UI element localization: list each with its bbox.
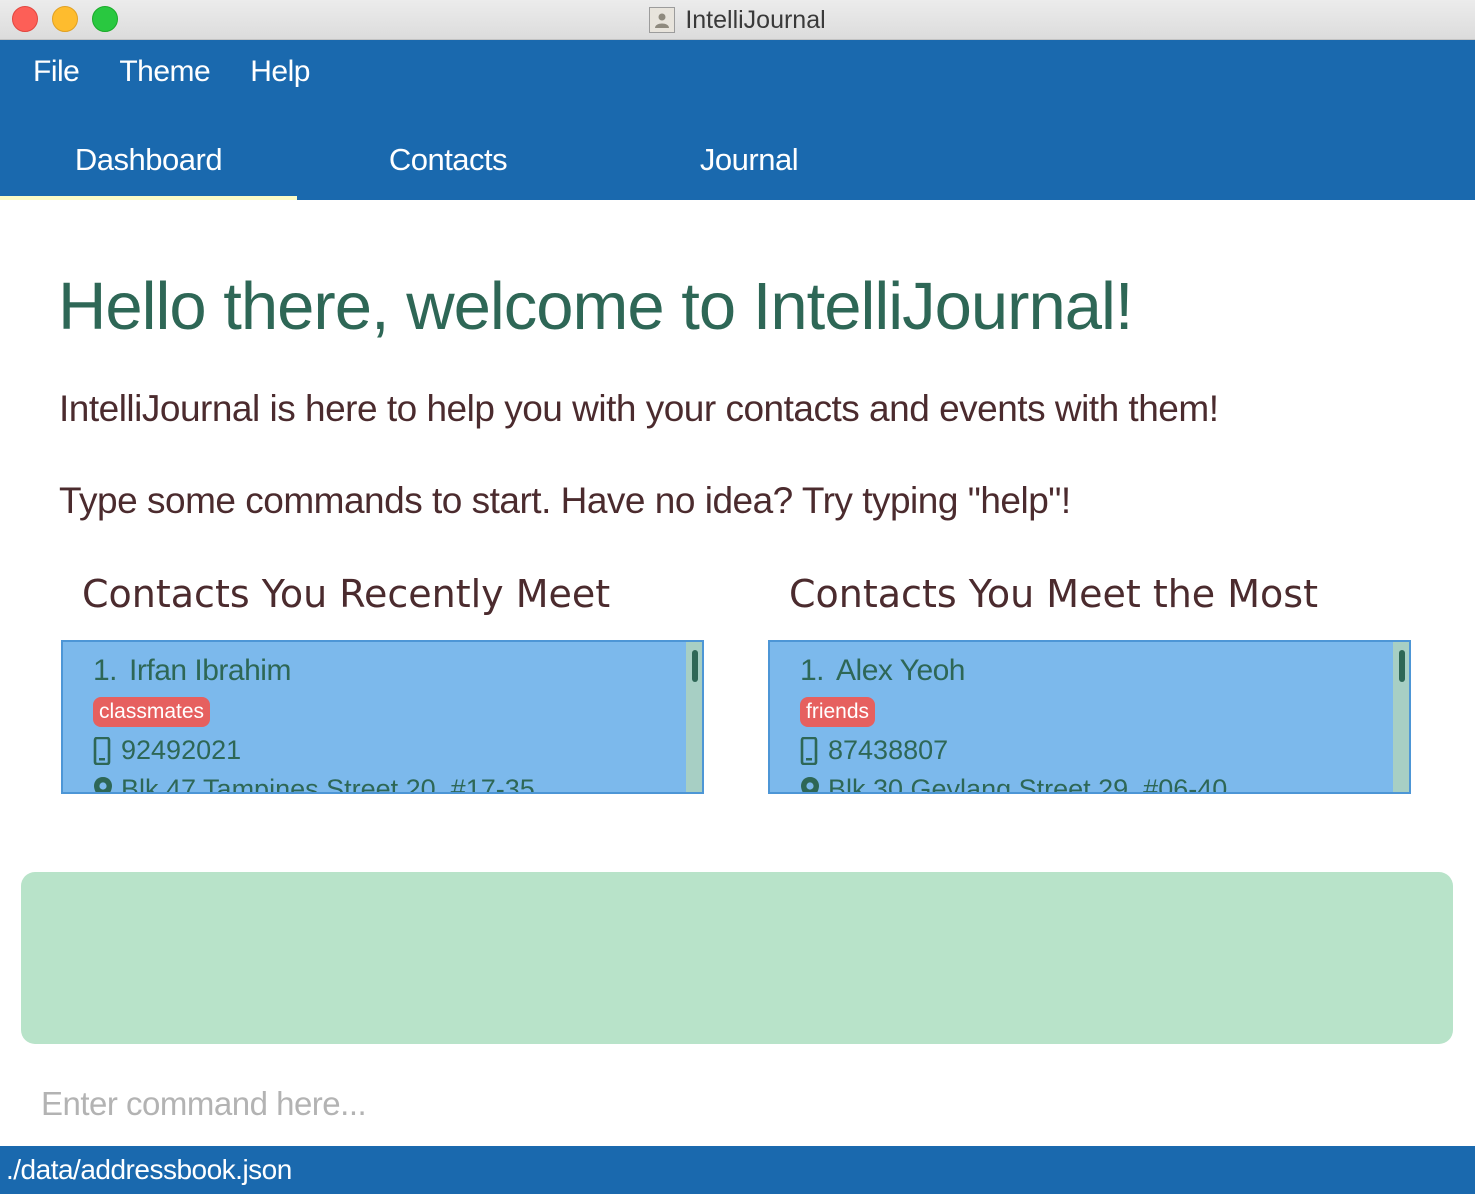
contact-address-row: Blk 47 Tampines Street 20, #17-35: [93, 774, 682, 794]
recent-contacts-title: Contacts You Recently Meet: [82, 572, 611, 616]
tab-journal-label: Journal: [699, 142, 799, 177]
result-display: [21, 872, 1453, 1044]
app-header: File Theme Help Dashboard Contacts Journ…: [0, 40, 1475, 200]
status-bar: ./data/addressbook.json: [0, 1146, 1475, 1194]
contact-address-row: Blk 30 Geylang Street 29, #06-40: [800, 774, 1389, 794]
menu-help[interactable]: Help: [250, 55, 310, 89]
contact-name-row: 1. Irfan Ibrahim: [93, 654, 682, 688]
title-group: IntelliJournal: [0, 0, 1475, 40]
contact-name: Alex Yeoh: [836, 654, 965, 687]
command-input[interactable]: [21, 1074, 1453, 1134]
contact-phone-row: 92492021: [93, 735, 682, 766]
location-pin-icon: [93, 775, 115, 792]
menu-bar: File Theme Help: [0, 40, 310, 104]
recent-contacts-list[interactable]: 1. Irfan Ibrahim classmates 92492021 Blk…: [61, 640, 704, 794]
contact-tag: classmates: [93, 697, 211, 727]
contact-address: Blk 30 Geylang Street 29, #06-40: [828, 774, 1228, 794]
tab-dashboard[interactable]: Dashboard: [0, 120, 297, 200]
scrollbar-thumb[interactable]: [1399, 650, 1405, 682]
contact-tag: friends: [800, 697, 876, 727]
tab-journal[interactable]: Journal: [599, 120, 899, 200]
save-file-path: ./data/addressbook.json: [6, 1154, 292, 1185]
scrollbar-thumb[interactable]: [692, 650, 698, 682]
intro-text-line-2: Type some commands to start. Have no ide…: [59, 480, 1071, 521]
frequent-list-scrollbar[interactable]: [1393, 642, 1409, 792]
contact-card[interactable]: 1. Irfan Ibrahim classmates 92492021 Blk…: [93, 654, 682, 794]
contact-phone-row: 87438807: [800, 735, 1389, 766]
contact-index: 1.: [93, 654, 118, 687]
menu-theme[interactable]: Theme: [119, 55, 210, 89]
contact-name: Irfan Ibrahim: [129, 654, 291, 687]
recent-list-scrollbar[interactable]: [686, 642, 702, 792]
frequent-contacts-title: Contacts You Meet the Most: [789, 572, 1318, 616]
contact-name-row: 1. Alex Yeoh: [800, 654, 1389, 688]
welcome-heading: Hello there, welcome to IntelliJournal!: [58, 269, 1133, 344]
tab-contacts[interactable]: Contacts: [297, 120, 599, 200]
title-bar: IntelliJournal: [0, 0, 1475, 40]
menu-file[interactable]: File: [33, 55, 80, 89]
phone-icon: [93, 736, 115, 766]
tab-dashboard-label: Dashboard: [74, 142, 223, 177]
selected-tab-indicator: [0, 196, 297, 200]
contact-address: Blk 47 Tampines Street 20, #17-35: [121, 774, 535, 794]
contact-phone: 92492021: [121, 735, 242, 765]
intro-text-line-1: IntelliJournal is here to help you with …: [59, 388, 1219, 429]
phone-icon: [800, 736, 822, 766]
location-pin-icon: [800, 775, 822, 792]
app-icon: [649, 7, 676, 33]
window-title: IntelliJournal: [685, 5, 826, 34]
frequent-contacts-list[interactable]: 1. Alex Yeoh friends 87438807 Blk 30 Gey…: [768, 640, 1411, 794]
app-window: IntelliJournal File Theme Help Dashboard…: [0, 0, 1475, 1194]
contact-index: 1.: [800, 654, 825, 687]
tab-contacts-label: Contacts: [388, 142, 508, 177]
contact-card[interactable]: 1. Alex Yeoh friends 87438807 Blk 30 Gey…: [800, 654, 1389, 794]
contact-phone: 87438807: [828, 735, 949, 765]
